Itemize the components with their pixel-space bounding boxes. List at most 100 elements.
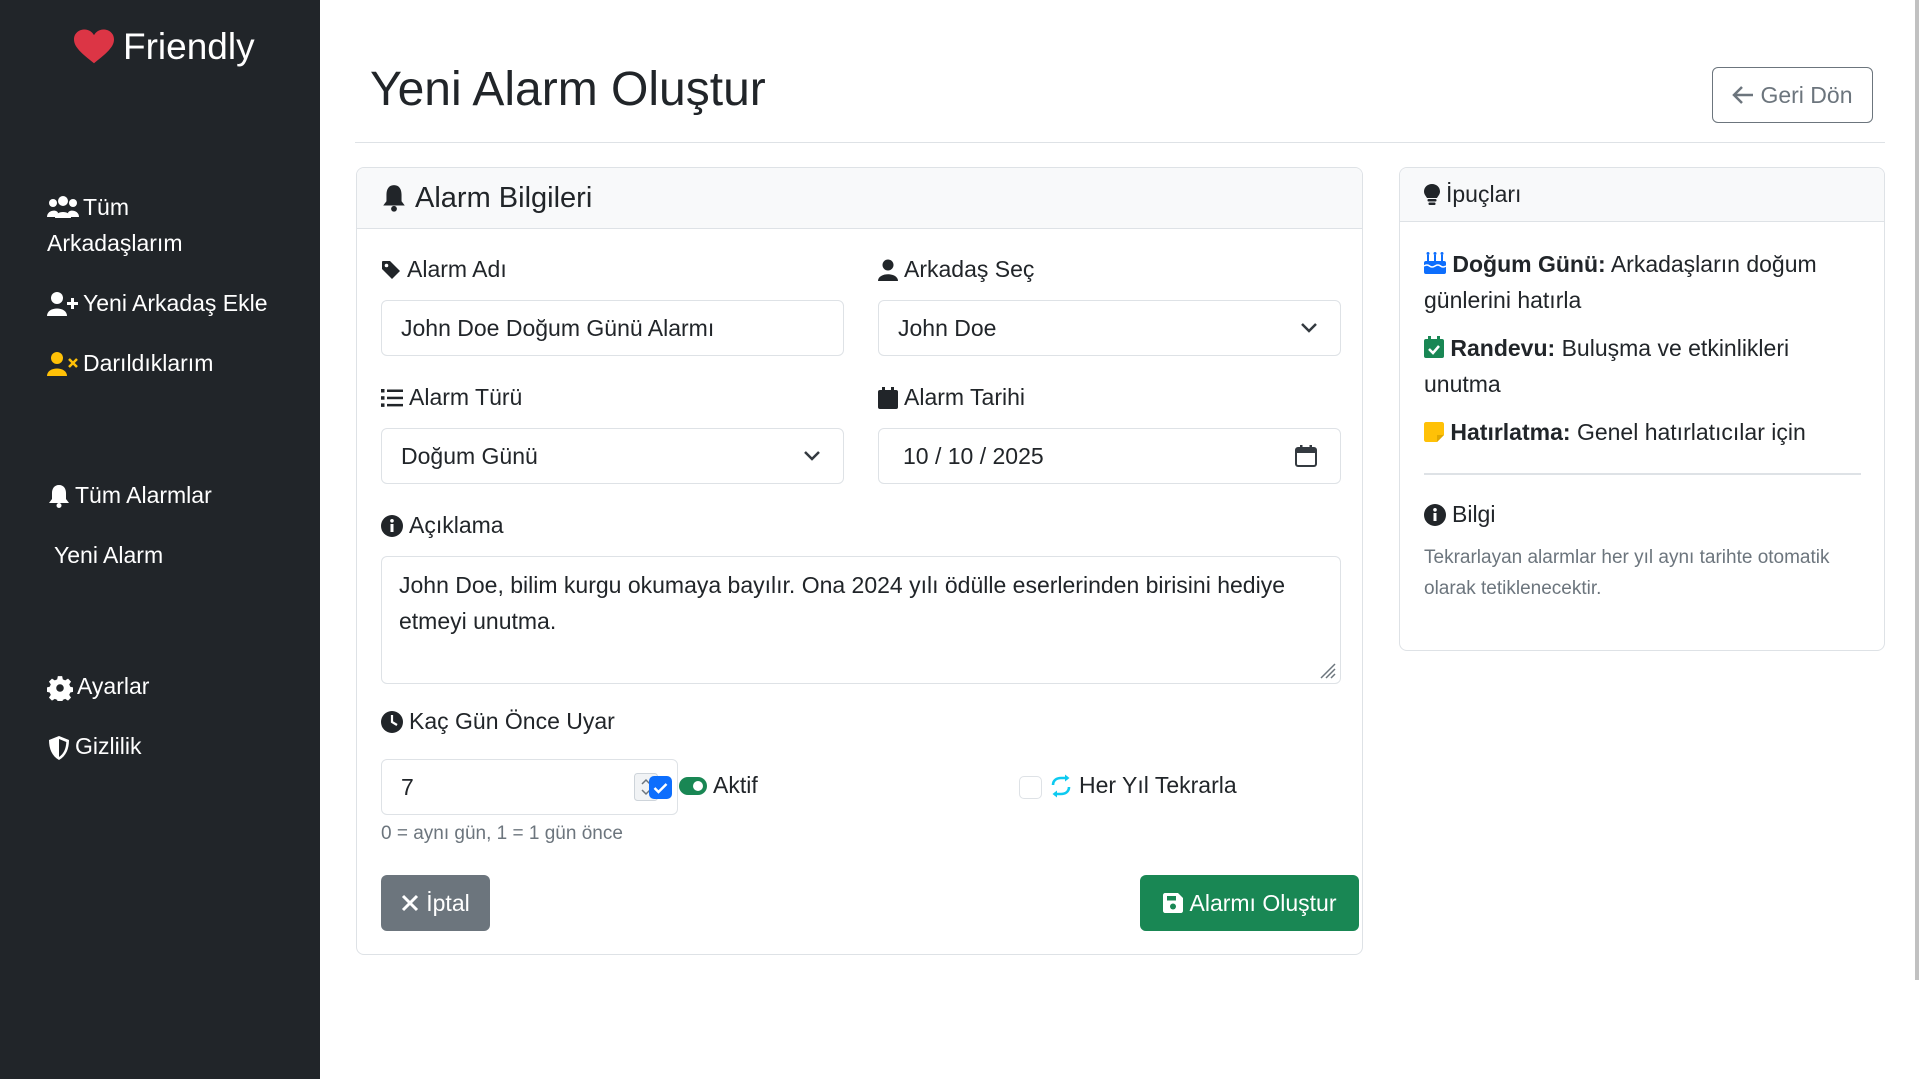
brand[interactable]: Friendly	[74, 26, 255, 68]
info-icon	[381, 514, 403, 537]
active-checkbox[interactable]	[649, 776, 672, 799]
friend-select-label-text: Arkadaş Seç	[904, 256, 1035, 282]
sidebar-item-new-alarm[interactable]: Yeni Alarm	[54, 537, 163, 573]
friend-select-value: John Doe	[898, 314, 997, 341]
sidebar-item-all-alarms[interactable]: Tüm Alarmlar	[47, 477, 212, 513]
gear-icon	[47, 676, 73, 701]
tip-reminder-title: Hatırlatma:	[1450, 419, 1571, 445]
chevron-down-icon	[804, 451, 820, 461]
cancel-button-label: İptal	[426, 889, 470, 916]
friend-select[interactable]: John Doe	[878, 300, 1341, 356]
sidebar-item-label: Tüm	[83, 194, 129, 220]
user-x-icon	[47, 352, 78, 376]
alarm-type-label: Alarm Türü	[381, 384, 522, 411]
alarm-form-card: Alarm Bilgileri Alarm Adı John Doe Doğum…	[356, 167, 1363, 955]
tip-birthday-title: Doğum Günü:	[1452, 251, 1606, 277]
sidebar-item-all-friends[interactable]: Tüm Arkadaşlarım	[47, 189, 182, 261]
repeat-yearly-checkbox[interactable]	[1019, 776, 1042, 799]
description-label: Açıklama	[381, 512, 504, 539]
description-label-text: Açıklama	[409, 512, 504, 538]
repeat-yearly-label-text: Her Yıl Tekrarla	[1079, 772, 1237, 798]
alarm-name-label: Alarm Adı	[381, 256, 507, 283]
resize-handle-icon[interactable]	[1315, 658, 1337, 680]
user-plus-icon	[47, 292, 78, 316]
create-alarm-button-label: Alarmı Oluştur	[1189, 889, 1337, 916]
sidebar-item-grudges[interactable]: Darıldıklarım	[47, 345, 213, 381]
tag-icon	[382, 260, 400, 279]
days-before-value: 7	[401, 773, 414, 800]
info-text: Tekrarlayan alarmlar her yıl aynı tariht…	[1424, 547, 1830, 599]
sidebar-item-label: Yeni Arkadaş Ekle	[83, 290, 268, 316]
toggle-on-icon	[679, 776, 707, 795]
shield-icon	[49, 736, 69, 760]
sidebar-item-label: Ayarlar	[77, 673, 150, 699]
description-value: John Doe, bilim kurgu okumaya bayılır. O…	[399, 572, 1285, 634]
sidebar-item-privacy[interactable]: Gizlilik	[47, 728, 141, 764]
friend-select-label: Arkadaş Seç	[878, 256, 1034, 283]
repeat-yearly-label[interactable]: Her Yıl Tekrarla	[1049, 772, 1237, 799]
tips-divider	[1424, 473, 1861, 475]
brand-name: Friendly	[123, 26, 255, 67]
header-divider	[355, 142, 1885, 143]
calendar-icon	[878, 386, 898, 409]
bell-icon	[383, 185, 405, 212]
active-label[interactable]: Aktif	[679, 772, 758, 799]
tip-appointment-title: Randevu:	[1450, 335, 1556, 361]
user-icon	[878, 259, 898, 281]
cancel-button[interactable]: İptal	[381, 875, 490, 931]
bell-icon	[49, 485, 69, 508]
alarm-name-label-text: Alarm Adı	[407, 256, 507, 282]
chevron-down-icon	[1301, 323, 1317, 333]
sidebar-item-label: Darıldıklarım	[83, 350, 214, 376]
cake-icon	[1423, 252, 1447, 274]
save-icon	[1162, 893, 1183, 913]
clock-icon	[381, 710, 403, 733]
sidebar-item-label: Gizlilik	[75, 733, 142, 759]
tips-header: İpuçları	[1400, 168, 1884, 222]
info-heading: Bilgi	[1424, 501, 1495, 528]
tip-birthday: Doğum Günü: Arkadaşların doğum günlerini…	[1423, 246, 1864, 318]
alarm-name-input[interactable]: John Doe Doğum Günü Alarmı	[381, 300, 844, 356]
active-label-text: Aktif	[713, 772, 758, 798]
lightbulb-icon	[1424, 183, 1440, 205]
list-icon	[381, 388, 403, 407]
tip-reminder-text: Genel hatırlatıcılar için	[1576, 419, 1806, 445]
sidebar-item-add-friend[interactable]: Yeni Arkadaş Ekle	[47, 285, 268, 321]
arrow-left-icon	[1732, 86, 1754, 104]
alarm-date-value: 10 / 10 / 2025	[903, 442, 1044, 469]
create-alarm-button[interactable]: Alarmı Oluştur	[1140, 875, 1359, 931]
alarm-name-value: John Doe Doğum Günü Alarmı	[401, 314, 715, 341]
info-icon	[1424, 503, 1446, 526]
page-scrollbar[interactable]	[1915, 0, 1919, 980]
sidebar: Friendly Tüm Arkadaşlarım Yeni Arkadaş E…	[0, 0, 320, 1079]
sidebar-item-settings[interactable]: Ayarlar	[47, 668, 149, 704]
sidebar-item-label: Tüm Alarmlar	[75, 482, 212, 508]
sidebar-item-label: Yeni Alarm	[54, 542, 164, 568]
days-before-label-text: Kaç Gün Önce Uyar	[409, 708, 615, 734]
heart-icon	[74, 29, 114, 64]
alarm-form-header: Alarm Bilgileri	[357, 168, 1362, 229]
days-before-input[interactable]: 7	[381, 759, 678, 815]
sidebar-item-label: Arkadaşlarım	[47, 230, 183, 256]
alarm-date-label-text: Alarm Tarihi	[904, 384, 1025, 410]
sticky-note-icon	[1424, 422, 1444, 442]
page-title: Yeni Alarm Oluştur	[370, 63, 766, 116]
main-content: Yeni Alarm Oluştur Geri Dön Alarm Bilgil…	[320, 0, 1919, 1079]
alarm-date-input[interactable]: 10 / 10 / 2025	[878, 428, 1341, 484]
alarm-type-label-text: Alarm Türü	[409, 384, 523, 410]
alarm-type-select[interactable]: Doğum Günü	[381, 428, 844, 484]
description-textarea[interactable]: John Doe, bilim kurgu okumaya bayılır. O…	[381, 556, 1341, 684]
days-before-label: Kaç Gün Önce Uyar	[381, 708, 615, 735]
tips-card: İpuçları Doğum Günü: Arkadaşların doğum …	[1399, 167, 1885, 651]
tip-reminder: Hatırlatma: Genel hatırlatıcılar için	[1424, 414, 1864, 450]
check-icon	[653, 782, 668, 794]
tips-title: İpuçları	[1446, 181, 1522, 207]
alarm-form-title: Alarm Bilgileri	[415, 181, 593, 214]
alarm-date-label: Alarm Tarihi	[878, 384, 1025, 411]
back-button[interactable]: Geri Dön	[1712, 67, 1873, 123]
calendar-check-icon	[1424, 336, 1444, 358]
repeat-icon	[1051, 774, 1071, 797]
users-icon	[47, 196, 79, 218]
back-button-label: Geri Dön	[1760, 81, 1853, 108]
calendar-picker-icon[interactable]	[1294, 444, 1318, 468]
